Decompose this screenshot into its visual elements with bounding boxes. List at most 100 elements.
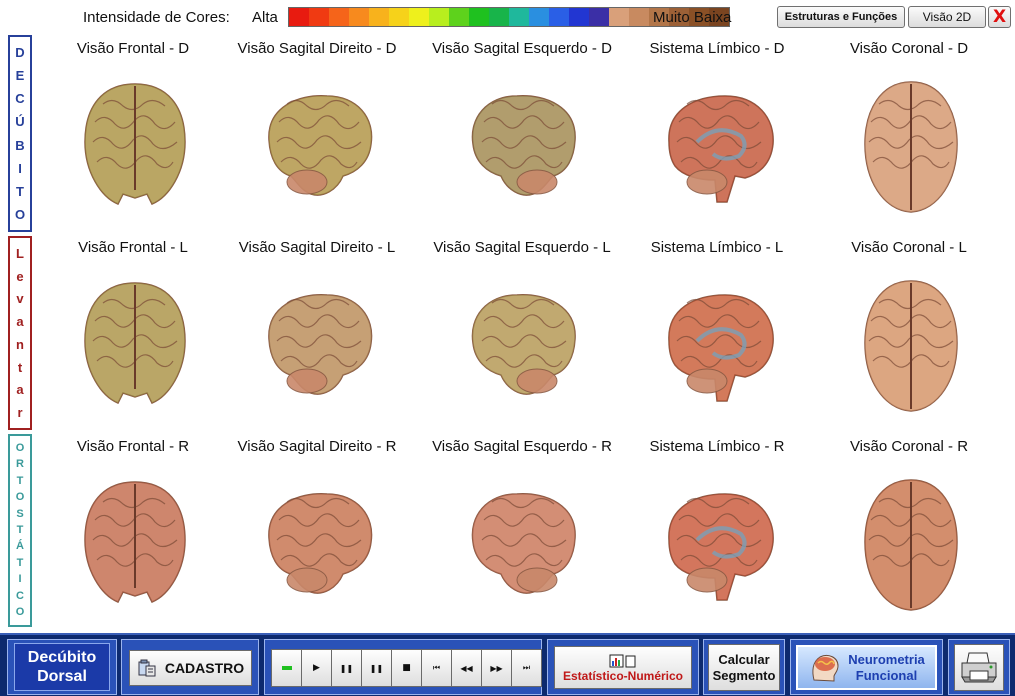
play-icon: ▶ <box>313 663 320 673</box>
low-intensity-label: Muito Baixa <box>653 9 732 26</box>
play-button[interactable]: ▶ <box>301 649 332 687</box>
fast-forward-icon: ▶▶ <box>490 663 503 673</box>
color-swatch <box>529 8 549 26</box>
color-swatch <box>369 8 389 26</box>
brain-view-title: Visão Frontal - D <box>76 40 190 57</box>
decubito-line2: Dorsal <box>37 668 87 685</box>
color-swatch <box>549 8 569 26</box>
brain-sagittal-left-icon <box>471 294 576 395</box>
cadastro-button[interactable]: CADASTRO <box>129 650 252 686</box>
header-bar: Intensidade de Cores: Alta Muito Baixa E… <box>0 0 1015 33</box>
brain-view-cell[interactable]: Visão Frontal - D <box>33 34 233 232</box>
decubito-dorsal-button[interactable]: Decúbito Dorsal <box>14 643 110 691</box>
skip-end-button[interactable]: ⏭ <box>511 649 542 687</box>
brain-view-title: Visão Coronal - L <box>851 239 967 256</box>
pause-button[interactable]: ❚❚ <box>331 649 362 687</box>
statistics-group: Estatístico-Numérico <box>547 639 699 695</box>
color-swatch <box>349 8 369 26</box>
statistic-numeric-button[interactable]: Estatístico-Numérico <box>554 646 692 689</box>
brain-view-cell[interactable]: Visão Sagital Esquerdo - R <box>422 432 622 630</box>
side-letter: Á <box>16 540 24 553</box>
brain-view-cell[interactable]: Visão Sagital Direito - R <box>217 432 417 630</box>
calc-segment-group: Calcular Segmento <box>703 639 785 695</box>
side-letter: a <box>16 314 24 330</box>
brain-view-title: Visão Sagital Direito - L <box>238 239 396 256</box>
print-button[interactable] <box>954 644 1004 691</box>
side-letter: O <box>15 441 25 454</box>
side-letter: v <box>16 291 24 307</box>
playback-group: ▶ ❚❚ ❚❚ ■ ⏮ ◀◀ ▶▶ ⏭ <box>264 639 542 695</box>
side-letter: T <box>16 474 24 487</box>
brain-view-cell[interactable]: Visão Frontal - R <box>33 432 233 630</box>
brain-frontal-icon <box>84 83 186 205</box>
print-group <box>948 639 1010 695</box>
side-letter: C <box>16 589 24 602</box>
color-swatch <box>469 8 489 26</box>
calc-line2: Segmento <box>712 667 776 683</box>
side-letter: I <box>18 160 22 176</box>
brain-view-cell[interactable]: Visão Coronal - D <box>809 34 1009 232</box>
side-letter: O <box>14 206 26 222</box>
brain-view-cell[interactable]: Sistema Límbico - D <box>617 34 817 232</box>
color-swatch <box>509 8 529 26</box>
rewind-button[interactable]: ◀◀ <box>451 649 482 687</box>
cadastro-group: CADASTRO <box>121 639 259 695</box>
pause-alt-icon: ❚❚ <box>369 663 384 673</box>
brain-limbic-icon <box>668 493 774 601</box>
brain-view-title: Sistema Límbico - L <box>650 239 784 256</box>
cadastro-label: CADASTRO <box>164 660 245 676</box>
brain-view-cell[interactable]: Visão Coronal - L <box>809 233 1009 431</box>
intensity-label: Intensidade de Cores: <box>83 9 230 26</box>
brain-view-title: Visão Frontal - L <box>78 239 188 256</box>
color-swatch <box>569 8 589 26</box>
color-swatch <box>429 8 449 26</box>
side-letter: E <box>15 68 25 84</box>
color-swatch <box>589 8 609 26</box>
stop-button[interactable]: ■ <box>391 649 422 687</box>
side-letter: I <box>18 573 22 586</box>
stop-green-icon <box>281 666 292 670</box>
calculate-segment-button[interactable]: Calcular Segmento <box>708 644 780 691</box>
side-letter: T <box>16 523 24 536</box>
brain-view-cell[interactable]: Visão Sagital Direito - D <box>217 34 417 232</box>
high-intensity-label: Alta <box>252 9 278 26</box>
brain-sagittal-left-icon <box>471 95 576 196</box>
brain-view-title: Visão Sagital Direito - R <box>237 438 397 455</box>
brain-limbic-icon <box>668 294 774 402</box>
pause-alt-button[interactable]: ❚❚ <box>361 649 392 687</box>
brain-view-cell[interactable]: Visão Sagital Esquerdo - L <box>422 233 622 431</box>
fast-forward-button[interactable]: ▶▶ <box>481 649 512 687</box>
brain-view-title: Visão Coronal - D <box>849 40 969 57</box>
brain-coronal-icon <box>864 81 958 213</box>
side-letter: S <box>16 507 24 520</box>
decubito-line1: Decúbito <box>27 649 97 666</box>
stop-green-button[interactable] <box>271 649 302 687</box>
side-letter: t <box>17 359 23 375</box>
close-button[interactable]: X <box>988 6 1011 28</box>
calc-line1: Calcular <box>718 651 770 667</box>
brain-view-cell[interactable]: Visão Frontal - L <box>33 233 233 431</box>
side-letter: C <box>15 91 25 107</box>
brain-coronal-icon <box>864 280 958 412</box>
brain-view-cell[interactable]: Sistema Límbico - R <box>617 432 817 630</box>
brain-view-title: Visão Sagital Esquerdo - D <box>432 40 612 57</box>
neurometry-functional-button[interactable]: Neurometria Funcional <box>796 645 937 690</box>
color-swatch <box>409 8 429 26</box>
brain-view-cell[interactable]: Visão Coronal - R <box>809 432 1009 630</box>
brain-frontal-icon <box>84 282 186 404</box>
printer-icon <box>961 652 997 682</box>
brain-sagittal-right-icon <box>268 493 373 594</box>
brain-view-cell[interactable]: Visão Sagital Esquerdo - D <box>422 34 622 232</box>
neuro-line2: Funcional <box>855 667 918 683</box>
brain-head-icon <box>812 654 839 682</box>
structures-functions-button[interactable]: Estruturas e Funções <box>777 6 905 28</box>
side-letter: T <box>16 556 24 569</box>
brain-view-cell[interactable]: Sistema Límbico - L <box>617 233 817 431</box>
rewind-icon: ◀◀ <box>460 663 473 673</box>
color-swatch <box>489 8 509 26</box>
skip-start-button[interactable]: ⏮ <box>421 649 452 687</box>
view-2d-button[interactable]: Visão 2D <box>908 6 986 28</box>
brain-sagittal-left-icon <box>471 493 576 594</box>
brain-view-cell[interactable]: Visão Sagital Direito - L <box>217 233 417 431</box>
main-window: Intensidade de Cores: Alta Muito Baixa E… <box>0 0 1015 696</box>
